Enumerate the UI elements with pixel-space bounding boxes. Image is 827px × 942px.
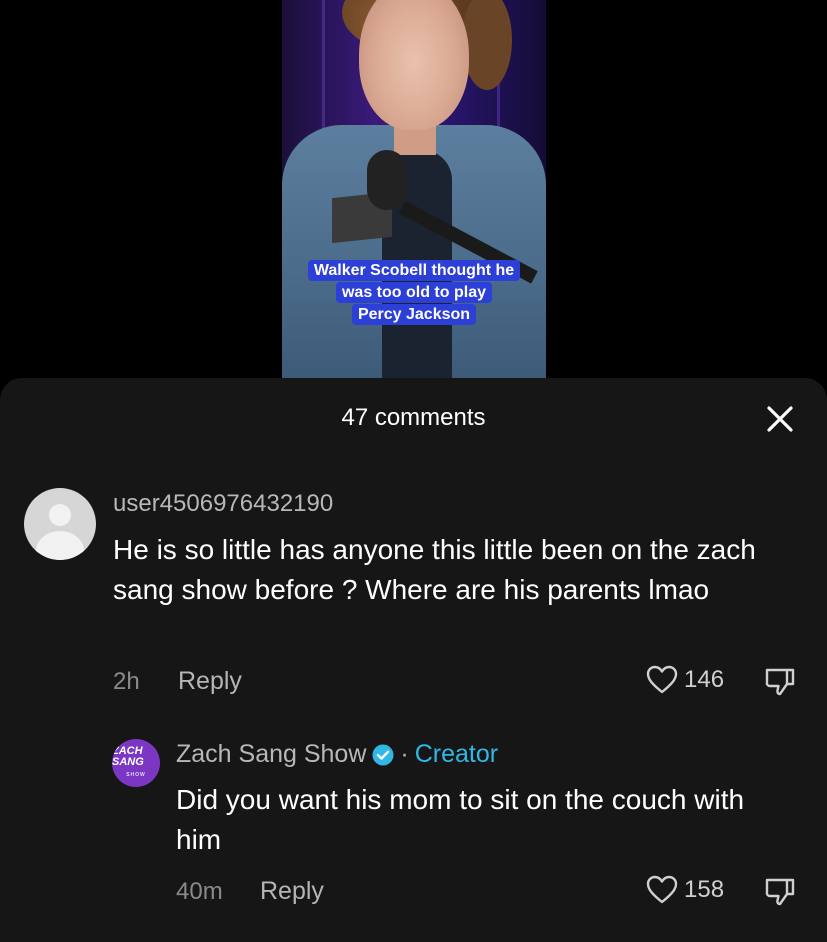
comments-count-title: 47 comments bbox=[341, 404, 486, 431]
reply-button[interactable]: Reply bbox=[260, 877, 324, 906]
microphone bbox=[367, 150, 407, 210]
avatar-head-shape bbox=[49, 504, 71, 526]
reply-timestamp: 40m bbox=[176, 878, 223, 905]
heart-icon bbox=[646, 665, 678, 694]
caption-line: Percy Jackson bbox=[351, 304, 477, 325]
caption-line: Walker Scobell thought he bbox=[307, 260, 521, 281]
video-preview[interactable]: Walker Scobell thought he was too old to… bbox=[282, 0, 546, 380]
like-button[interactable]: 158 bbox=[646, 875, 724, 905]
author-separator: · bbox=[400, 740, 409, 768]
comment-text: He is so little has anyone this little b… bbox=[113, 534, 756, 605]
video-caption: Walker Scobell thought he was too old to… bbox=[298, 260, 530, 326]
creator-avatar-logo-sub: SHOW bbox=[126, 771, 146, 778]
person-face bbox=[359, 0, 469, 130]
dislike-button[interactable] bbox=[764, 667, 796, 702]
reply-button[interactable]: Reply bbox=[178, 667, 242, 696]
verified-badge-icon bbox=[372, 744, 394, 765]
thumbs-down-icon bbox=[765, 668, 795, 696]
like-count: 146 bbox=[684, 666, 725, 693]
like-button[interactable]: 146 bbox=[646, 665, 724, 695]
person-hair bbox=[462, 0, 512, 90]
comment-timestamp: 2h bbox=[113, 668, 140, 695]
dislike-button[interactable] bbox=[764, 877, 796, 912]
creator-badge: Creator bbox=[414, 740, 499, 768]
like-count: 158 bbox=[684, 876, 725, 903]
close-icon[interactable] bbox=[765, 404, 795, 434]
thumbs-down-icon bbox=[765, 878, 795, 906]
reply-username[interactable]: Zach Sang Show bbox=[176, 740, 366, 769]
avatar[interactable] bbox=[24, 488, 96, 560]
caption-line: was too old to play bbox=[335, 282, 492, 303]
reply-author-line: Zach Sang Show · Creator bbox=[176, 740, 498, 769]
avatar-body-shape bbox=[36, 531, 84, 560]
comment-username[interactable]: user4506976432190 bbox=[113, 490, 333, 518]
comments-sheet: 47 comments user4506976432190 He is so l… bbox=[0, 378, 827, 942]
creator-avatar[interactable]: ZACH SANG SHOW bbox=[112, 739, 160, 787]
reply-text: Did you want his mom to sit on the couch… bbox=[176, 784, 745, 855]
creator-avatar-logo: ZACH SANG bbox=[112, 744, 144, 768]
heart-icon bbox=[646, 875, 678, 904]
